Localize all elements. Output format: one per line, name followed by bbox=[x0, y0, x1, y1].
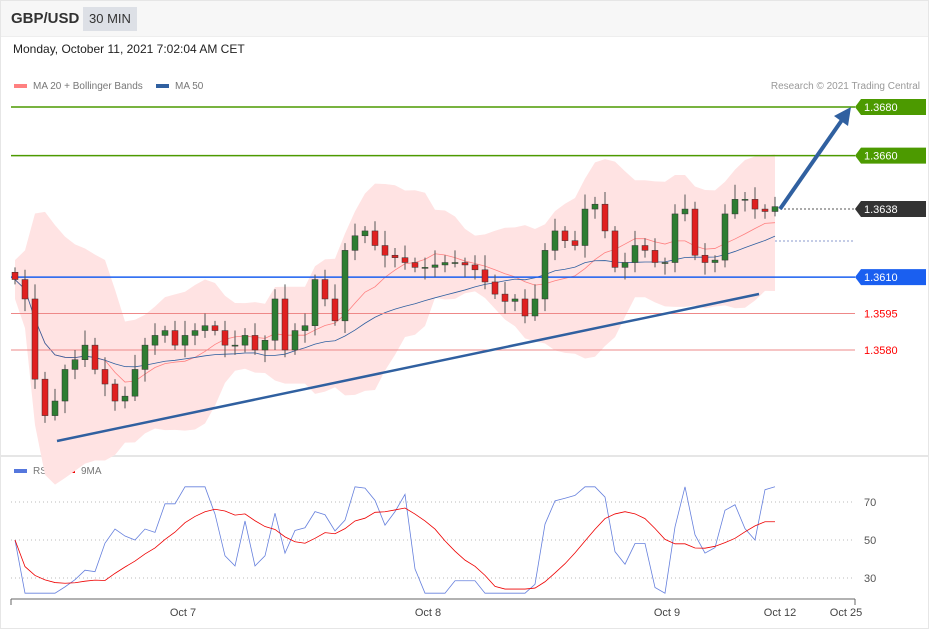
chart-frame bbox=[0, 0, 929, 629]
